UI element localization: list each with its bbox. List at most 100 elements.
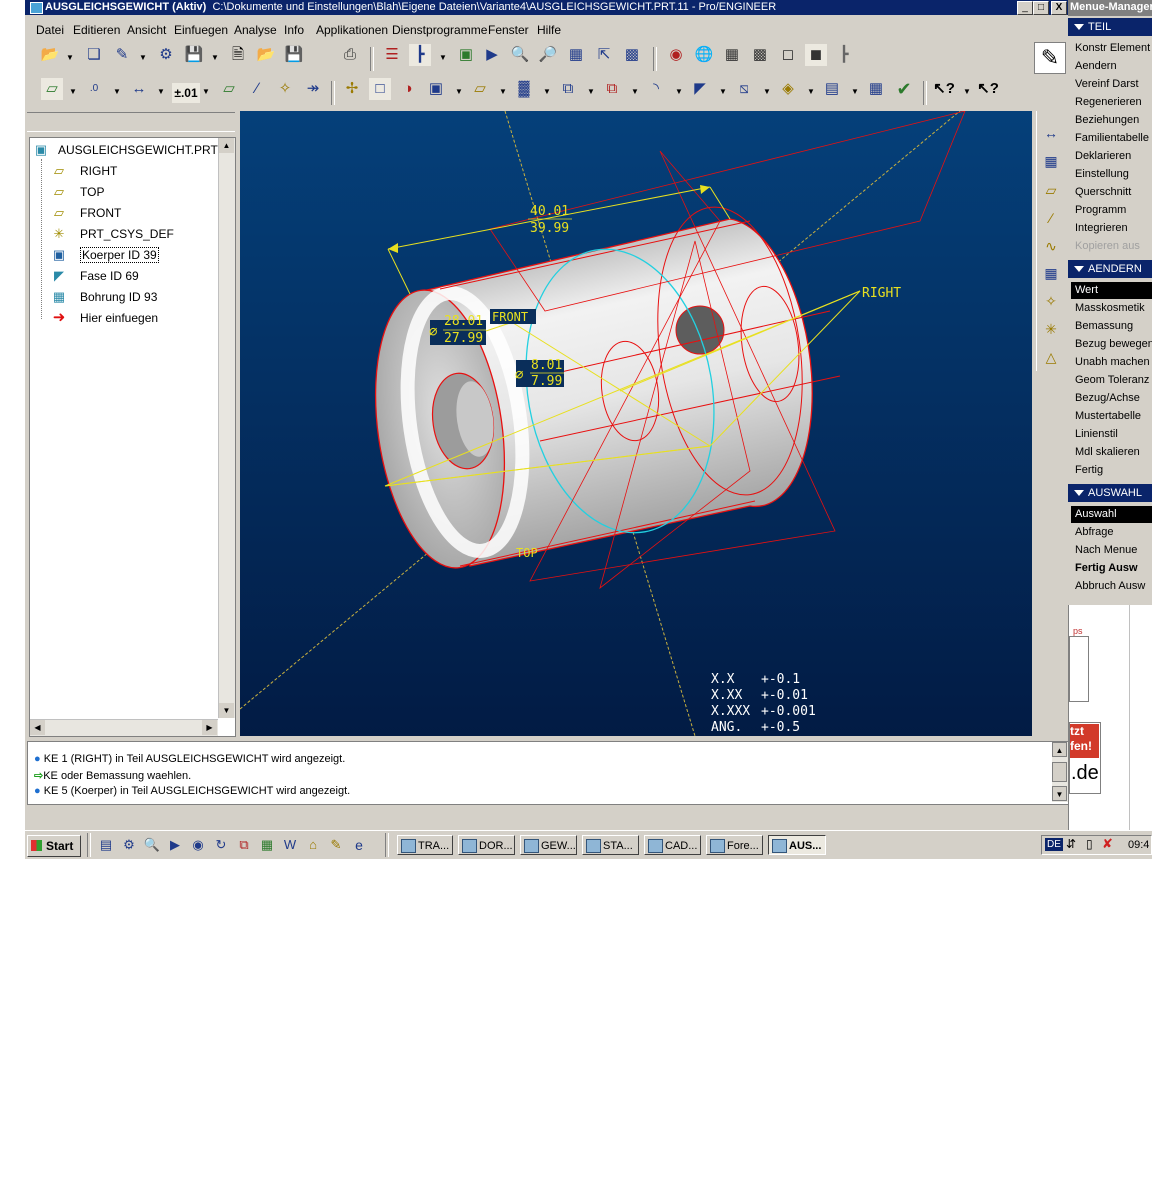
- dropdown-arrow-icon[interactable]: ▼: [211, 53, 219, 62]
- plane-label-front[interactable]: FRONT: [492, 310, 528, 324]
- menu-item-einstellung[interactable]: Einstellung: [1075, 166, 1152, 183]
- quicklaunch-excel-icon[interactable]: ▦: [256, 834, 278, 856]
- menu-item-mustertabelle[interactable]: Mustertabelle: [1075, 408, 1152, 425]
- menu-item-aendern[interactable]: Aendern: [1075, 58, 1152, 75]
- scroll-left-icon[interactable]: ◀: [30, 720, 45, 735]
- orient-icon[interactable]: ⇱: [593, 44, 615, 66]
- menu-section-aendern[interactable]: AENDERN: [1068, 260, 1152, 278]
- repaint-icon[interactable]: ▣: [455, 44, 477, 66]
- menu-item-bezug-bewegen[interactable]: Bezug bewegen: [1075, 336, 1152, 353]
- dropdown-arrow-icon[interactable]: ▼: [69, 87, 77, 96]
- network-icon[interactable]: ⇵: [1066, 837, 1076, 851]
- menu-dienstprogramme[interactable]: Dienstprogramme: [392, 23, 487, 37]
- tree-horizontal-scrollbar[interactable]: ◀ ▶: [30, 719, 218, 736]
- dropdown-arrow-icon[interactable]: ▼: [157, 87, 165, 96]
- table-icon[interactable]: ▦: [865, 78, 887, 100]
- menu-ansicht[interactable]: Ansicht: [127, 23, 166, 37]
- wireframe-icon[interactable]: ▦: [721, 44, 743, 66]
- dropdown-arrow-icon[interactable]: ▼: [763, 87, 771, 96]
- shell-icon[interactable]: ◑: [397, 78, 419, 100]
- merge-icon[interactable]: ◈: [777, 78, 799, 100]
- menu-item-wert[interactable]: Wert: [1071, 282, 1152, 299]
- print-icon[interactable]: ⎙: [339, 44, 361, 66]
- task-button[interactable]: GEW...: [520, 835, 577, 855]
- minimize-button[interactable]: _: [1017, 1, 1033, 15]
- refit-icon[interactable]: ▶: [481, 44, 503, 66]
- tolerance-display-button[interactable]: ±.01: [172, 83, 200, 103]
- start-button[interactable]: Start: [27, 835, 81, 857]
- task-button[interactable]: DOR...: [458, 835, 515, 855]
- context-help-icon[interactable]: ↖?: [933, 78, 955, 100]
- dropdown-arrow-icon[interactable]: ▼: [139, 53, 147, 62]
- menu-item-fertig-ausw[interactable]: Fertig Ausw: [1075, 560, 1152, 577]
- menu-item-masskosmetik[interactable]: Masskosmetik: [1075, 300, 1152, 317]
- quicklaunch-home-icon[interactable]: ⌂: [302, 834, 324, 856]
- menu-item-fertig[interactable]: Fertig: [1075, 462, 1152, 479]
- dropdown-arrow-icon[interactable]: ▼: [851, 87, 859, 96]
- quicklaunch-search-icon[interactable]: 🔍: [141, 834, 163, 856]
- antivirus-icon[interactable]: ✘: [1102, 836, 1113, 852]
- language-indicator[interactable]: DE: [1045, 838, 1063, 851]
- quicklaunch-media-icon[interactable]: ▶: [164, 834, 186, 856]
- globe-icon[interactable]: 🌐: [693, 44, 715, 66]
- pattern-icon[interactable]: ▓: [513, 78, 535, 100]
- dropdown-arrow-icon[interactable]: ▼: [675, 87, 683, 96]
- open-folder-icon[interactable]: 📂: [39, 44, 61, 66]
- save-icon[interactable]: 💾: [183, 44, 205, 66]
- menu-item-vereinf-darst[interactable]: Vereinf Darst: [1075, 76, 1152, 93]
- scroll-down-icon[interactable]: ▼: [219, 703, 234, 718]
- menu-item-mdl-skalieren[interactable]: Mdl skalieren: [1075, 444, 1152, 461]
- dropdown-arrow-icon[interactable]: ▼: [719, 87, 727, 96]
- draft-icon[interactable]: ◤: [689, 78, 711, 100]
- plane-label-right[interactable]: RIGHT: [862, 286, 901, 301]
- quicklaunch-desktop-icon[interactable]: ▤: [95, 834, 117, 856]
- task-button-active[interactable]: AUS...: [768, 835, 826, 855]
- close-button[interactable]: X: [1051, 1, 1067, 15]
- menu-item-bezug-achse[interactable]: Bezug/Achse: [1075, 390, 1152, 407]
- quicklaunch-sync-icon[interactable]: ↻: [210, 834, 232, 856]
- quicklaunch-ie-icon[interactable]: e: [348, 834, 370, 856]
- hidden-line-icon[interactable]: ▩: [749, 44, 771, 66]
- dropdown-arrow-icon[interactable]: ▼: [963, 87, 971, 96]
- scroll-thumb[interactable]: [1052, 762, 1067, 782]
- scroll-right-icon[interactable]: ▶: [202, 720, 217, 735]
- quicklaunch-globe-icon[interactable]: ◉: [187, 834, 209, 856]
- dropdown-arrow-icon[interactable]: ▼: [587, 87, 595, 96]
- component-tool-icon[interactable]: ▦: [1040, 150, 1062, 172]
- menu-section-teil[interactable]: TEIL: [1068, 18, 1152, 36]
- dimension-tool-icon[interactable]: ↔: [1040, 122, 1062, 144]
- csys-tool-icon[interactable]: ✳: [1040, 318, 1062, 340]
- model-setup-icon[interactable]: ⚙: [155, 44, 177, 66]
- plane-icon[interactable]: ▱: [469, 78, 491, 100]
- menu-info[interactable]: Info: [284, 23, 304, 37]
- dropdown-arrow-icon[interactable]: ▼: [66, 53, 74, 62]
- zoom-in-icon[interactable]: 🔍: [509, 44, 531, 66]
- whats-this-icon[interactable]: ↖?: [977, 78, 999, 100]
- mirror-icon[interactable]: ⧅: [733, 78, 755, 100]
- round-icon[interactable]: ◝: [645, 78, 667, 100]
- copy-icon[interactable]: ⧉: [557, 78, 579, 100]
- no-hidden-icon[interactable]: ◻: [777, 44, 799, 66]
- layers-icon[interactable]: ☰: [381, 44, 403, 66]
- datum-plane-icon[interactable]: ▱: [41, 78, 63, 100]
- scroll-down-icon[interactable]: ▼: [1052, 786, 1067, 801]
- menu-item-regenerieren[interactable]: Regenerieren: [1075, 94, 1152, 111]
- quicklaunch-app-icon[interactable]: ⧉: [233, 834, 255, 856]
- menu-item-geom-toleranz[interactable]: Geom Toleranz: [1075, 372, 1152, 389]
- quicklaunch-word-icon[interactable]: W: [279, 834, 301, 856]
- confirm-check-icon[interactable]: ✔: [893, 78, 915, 100]
- menu-section-auswahl[interactable]: AUSWAHL: [1068, 484, 1152, 502]
- tree-vertical-scrollbar[interactable]: ▲ ▼: [218, 138, 235, 718]
- display-tree-icon[interactable]: ┣: [833, 44, 855, 66]
- menu-item-abfrage[interactable]: Abfrage: [1075, 524, 1152, 541]
- menu-item-nach-menue[interactable]: Nach Menue: [1075, 542, 1152, 559]
- color-wheel-icon[interactable]: ◉: [665, 44, 687, 66]
- menu-analyse[interactable]: Analyse: [234, 23, 277, 37]
- dropdown-arrow-icon[interactable]: ▼: [455, 87, 463, 96]
- spin-center-icon[interactable]: ✢: [341, 78, 363, 100]
- scroll-up-icon[interactable]: ▲: [219, 138, 234, 153]
- dropdown-arrow-icon[interactable]: ▼: [631, 87, 639, 96]
- maximize-button[interactable]: □: [1033, 1, 1049, 15]
- datum-point-tool-icon[interactable]: ✧: [1040, 290, 1062, 312]
- model-tree-icon[interactable]: ┣: [409, 44, 431, 66]
